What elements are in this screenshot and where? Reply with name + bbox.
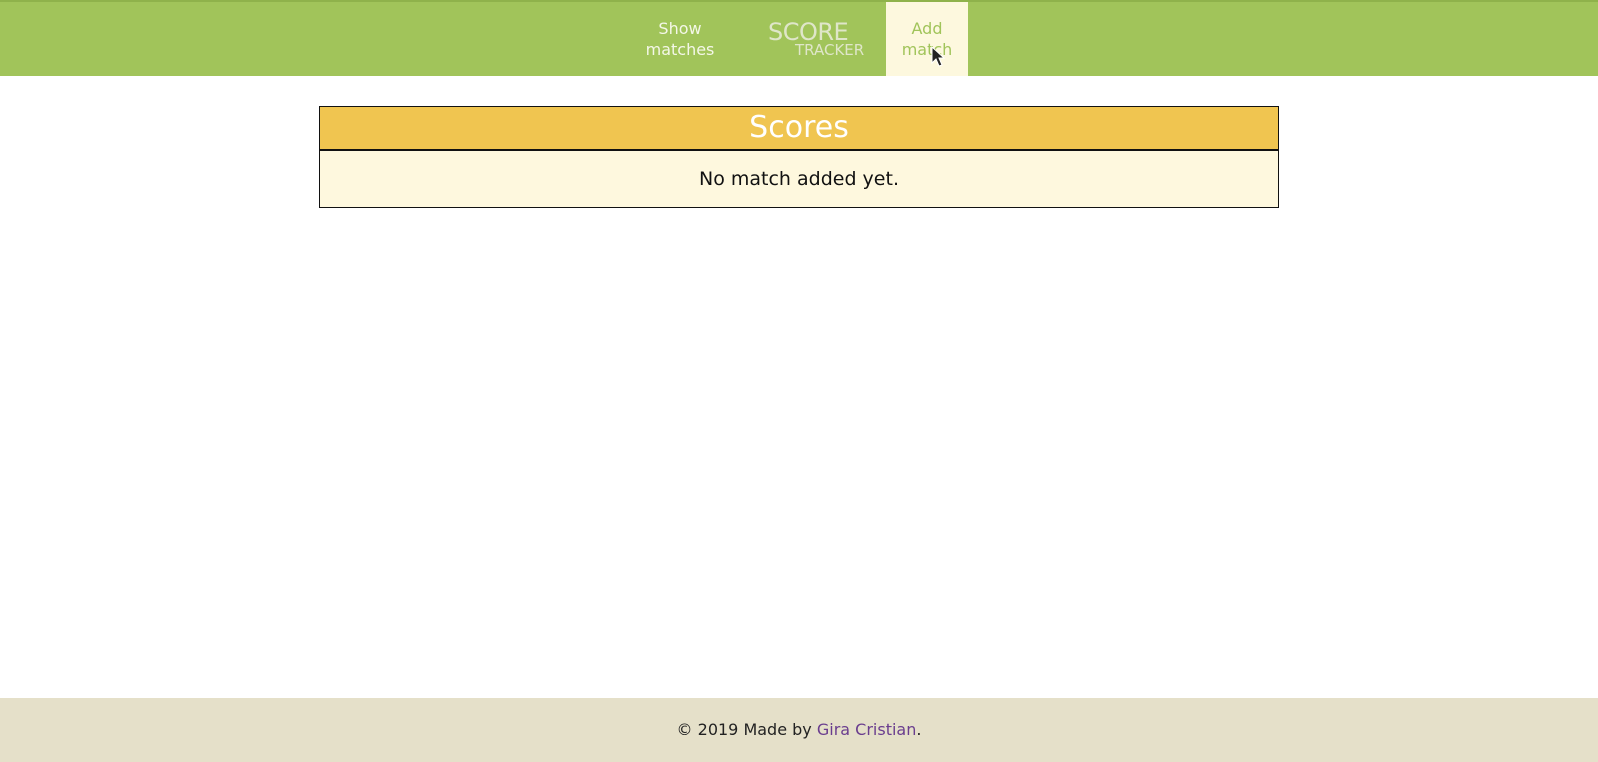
empty-scores-message: No match added yet. — [320, 151, 1278, 207]
add-match-label-line1: Add — [911, 19, 943, 38]
logo-tracker-text: TRACKER — [795, 41, 865, 59]
add-match-tab[interactable]: Add match — [886, 2, 968, 76]
show-matches-link[interactable]: Show matches — [630, 18, 730, 60]
footer: © 2019 Made by Gira Cristian. — [0, 698, 1598, 762]
footer-copyright: © 2019 Made by — [676, 720, 817, 739]
add-match-label-line2: match — [901, 40, 953, 59]
top-navigation-bar: Show matches SCORE TRACKER Add match — [0, 0, 1598, 76]
page: Show matches SCORE TRACKER Add match Sco… — [0, 0, 1598, 762]
score-tracker-logo[interactable]: SCORE TRACKER — [767, 18, 877, 62]
author-link[interactable]: Gira Cristian — [817, 720, 917, 739]
show-matches-label-line1: Show — [658, 19, 702, 38]
show-matches-label-line2: matches — [645, 40, 715, 59]
scores-title: Scores — [320, 107, 1278, 151]
footer-period: . — [916, 720, 922, 739]
scores-panel: Scores No match added yet. — [319, 106, 1279, 208]
mouse-pointer-icon — [931, 46, 945, 67]
